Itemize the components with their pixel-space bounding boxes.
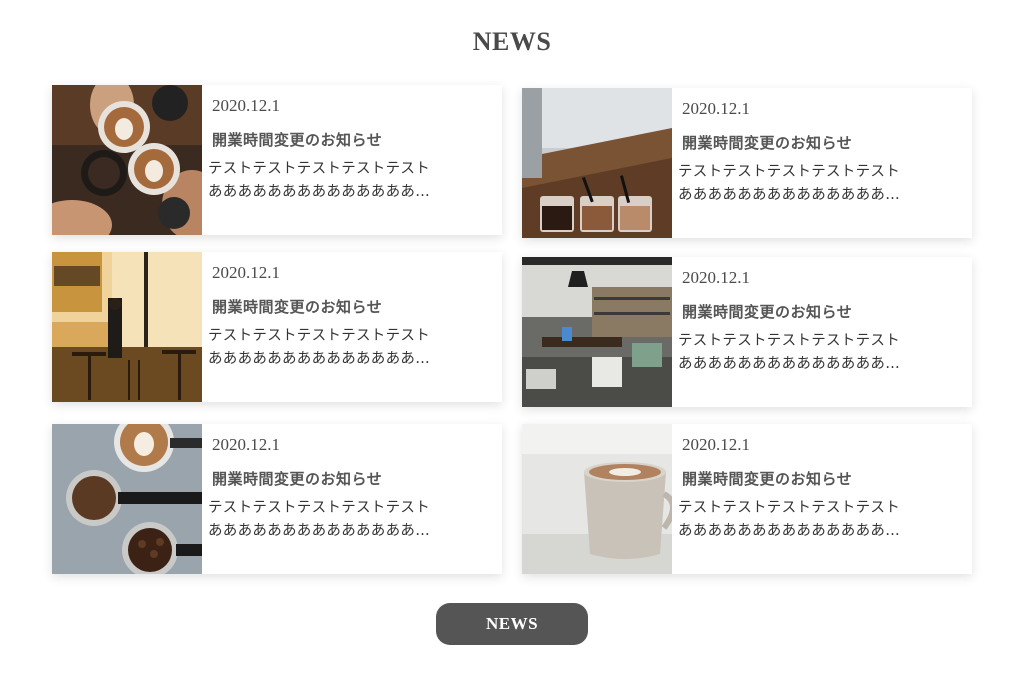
news-excerpt: テストテストテストテストテスト ああああああああああああああ… [208, 325, 448, 371]
news-excerpt-line: テストテストテストテストテスト [678, 333, 900, 349]
news-card[interactable]: 2020.12.1 開業時間変更のお知らせ テストテストテストテストテスト ああ… [52, 252, 502, 402]
coffee-glasses-counter-photo [522, 88, 672, 238]
espresso-portafilters-photo [52, 424, 202, 574]
news-excerpt-line: ああああああああああああああ… [208, 184, 430, 200]
news-card[interactable]: 2020.12.1 開業時間変更のお知らせ テストテストテストテストテスト ああ… [522, 88, 972, 238]
news-date: 2020.12.1 [212, 96, 280, 115]
latte-cheers-photo [52, 85, 202, 235]
news-excerpt-line: ああああああああああああああ… [678, 356, 900, 372]
news-excerpt-line: テストテストテストテストテスト [678, 500, 900, 516]
news-title[interactable]: 開業時間変更のお知らせ [682, 468, 852, 489]
news-date: 2020.12.1 [682, 268, 750, 287]
news-excerpt-line: テストテストテストテストテスト [678, 164, 900, 180]
news-excerpt: テストテストテストテストテスト ああああああああああああああ… [678, 497, 918, 543]
cafe-interior-photo [522, 257, 672, 407]
news-excerpt: テストテストテストテストテスト ああああああああああああああ… [678, 161, 918, 207]
news-card[interactable]: 2020.12.1 開業時間変更のお知らせ テストテストテストテストテスト ああ… [522, 424, 972, 574]
section-title: NEWS [472, 27, 552, 56]
news-excerpt-line: テストテストテストテストテスト [208, 500, 430, 516]
news-date: 2020.12.1 [212, 263, 280, 282]
cafe-storefront-photo [52, 252, 202, 402]
news-excerpt-line: テストテストテストテストテスト [208, 328, 430, 344]
news-date: 2020.12.1 [682, 435, 750, 454]
news-card[interactable]: 2020.12.1 開業時間変更のお知らせ テストテストテストテストテスト ああ… [52, 424, 502, 574]
news-title[interactable]: 開業時間変更のお知らせ [212, 129, 382, 150]
news-excerpt-line: テストテストテストテストテスト [208, 161, 430, 177]
news-excerpt: テストテストテストテストテスト ああああああああああああああ… [208, 497, 448, 543]
latte-mug-photo [522, 424, 672, 574]
news-title[interactable]: 開業時間変更のお知らせ [682, 132, 852, 153]
news-excerpt-line: ああああああああああああああ… [678, 523, 900, 539]
news-excerpt: テストテストテストテストテスト ああああああああああああああ… [678, 330, 918, 376]
news-excerpt-line: ああああああああああああああ… [208, 523, 430, 539]
news-excerpt-line: ああああああああああああああ… [678, 187, 900, 203]
news-button[interactable]: NEWS [436, 603, 588, 645]
news-title[interactable]: 開業時間変更のお知らせ [212, 468, 382, 489]
news-title[interactable]: 開業時間変更のお知らせ [212, 296, 382, 317]
news-date: 2020.12.1 [682, 99, 750, 118]
news-card[interactable]: 2020.12.1 開業時間変更のお知らせ テストテストテストテストテスト ああ… [522, 257, 972, 407]
news-card[interactable]: 2020.12.1 開業時間変更のお知らせ テストテストテストテストテスト ああ… [52, 85, 502, 235]
news-title[interactable]: 開業時間変更のお知らせ [682, 301, 852, 322]
news-excerpt-line: ああああああああああああああ… [208, 351, 430, 367]
news-date: 2020.12.1 [212, 435, 280, 454]
news-excerpt: テストテストテストテストテスト ああああああああああああああ… [208, 158, 448, 204]
